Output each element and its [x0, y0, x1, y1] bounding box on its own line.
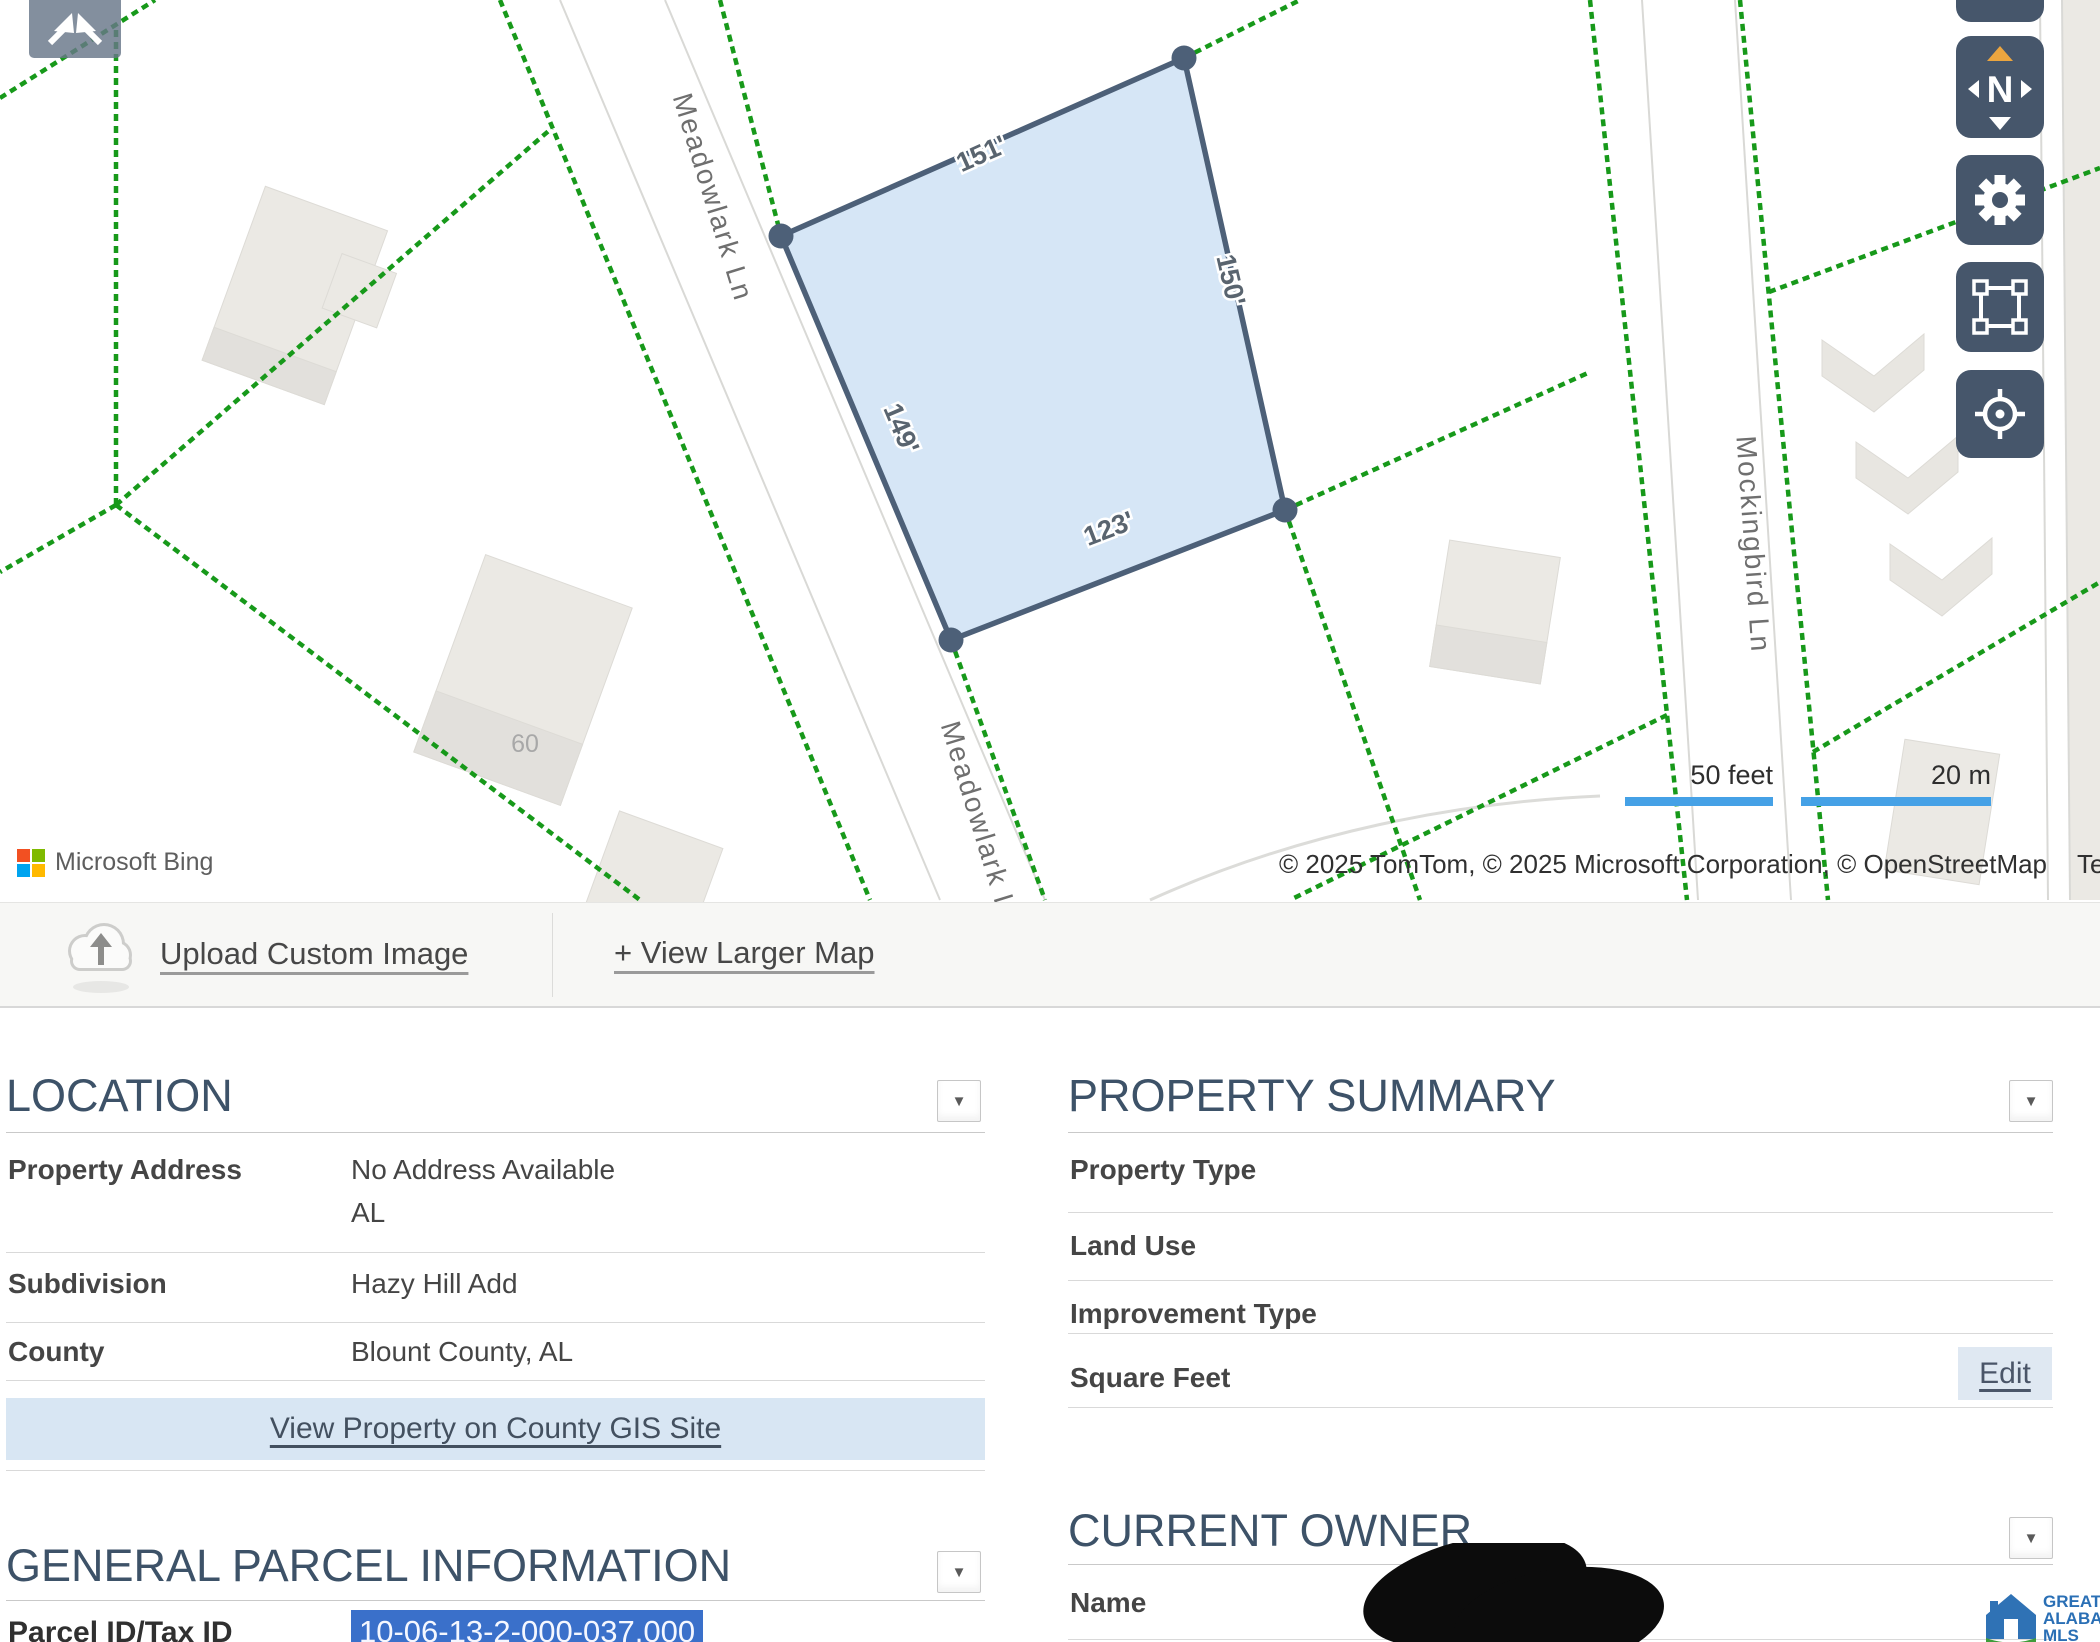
row-label: Land Use — [1070, 1230, 1196, 1262]
compass-control[interactable]: N — [1956, 36, 2044, 138]
microsoft-logo-icon — [17, 849, 45, 877]
collapse-arrows-icon — [29, 0, 121, 58]
section-underline — [6, 1600, 985, 1601]
general-parcel-section: GENERAL PARCEL INFORMATION ▼ Parcel ID/T… — [6, 1540, 985, 1642]
collapse-map-button[interactable] — [29, 0, 121, 58]
property-summary-section: PROPERTY SUMMARY ▼ Property Type Land Us… — [1068, 1070, 2053, 1420]
row-label: Subdivision — [8, 1268, 167, 1300]
row-divider — [1068, 1212, 2053, 1213]
row-divider — [6, 1322, 985, 1323]
parcel-id-value-highlighted[interactable]: 10-06-13-2-000-037.000 — [351, 1610, 703, 1642]
map-settings-button[interactable] — [1956, 155, 2044, 245]
row-label: County — [8, 1336, 104, 1368]
cloud-upload-icon[interactable] — [58, 913, 144, 1002]
footer-divider — [552, 913, 553, 997]
row-value: Blount County, AL — [351, 1336, 573, 1368]
current-owner-collapse-dropdown[interactable]: ▼ — [2009, 1517, 2053, 1559]
map-selection-button[interactable] — [1956, 262, 2044, 352]
row-label: Improvement Type — [1070, 1298, 1317, 1330]
row-divider — [6, 1470, 985, 1471]
row-divider — [1068, 1280, 2053, 1281]
map-locate-button[interactable] — [1956, 370, 2044, 458]
greater-alabama-mls-logo: GREATER ALABAMA MLS — [1984, 1593, 2100, 1642]
house-number-label: 60 — [511, 730, 539, 758]
view-larger-map-link[interactable]: + View Larger Map — [614, 935, 875, 971]
location-collapse-dropdown[interactable]: ▼ — [937, 1080, 981, 1122]
chevron-down-icon: ▼ — [952, 1564, 967, 1581]
chevron-down-icon: ▼ — [2024, 1530, 2039, 1547]
parcel-vertex[interactable] — [1172, 46, 1197, 71]
compass-south-arrow-icon[interactable] — [1989, 117, 2011, 130]
row-value-line2: AL — [351, 1197, 385, 1229]
map-canvas[interactable]: 151' 150' 149' 123' Meadowlark Ln Meadow… — [0, 0, 2100, 902]
general-parcel-collapse-dropdown[interactable]: ▼ — [937, 1551, 981, 1593]
section-underline — [1068, 1132, 2053, 1133]
scale-metric-label: 20 m — [1801, 760, 1991, 791]
parcel-id-label: Parcel ID/Tax ID — [8, 1616, 233, 1642]
terms-link[interactable]: Terms — [2077, 849, 2100, 879]
general-parcel-title: GENERAL PARCEL INFORMATION — [6, 1540, 731, 1592]
chevron-down-icon: ▼ — [952, 1093, 967, 1110]
row-divider — [1068, 1407, 2053, 1408]
section-underline — [6, 1132, 985, 1133]
gis-link-bar: View Property on County GIS Site — [6, 1398, 985, 1460]
row-value: No Address Available — [351, 1154, 615, 1186]
square-feet-edit-box: Edit — [1958, 1347, 2052, 1400]
bing-logo[interactable]: Microsoft Bing — [17, 848, 213, 877]
compass-east-arrow-icon[interactable] — [2021, 80, 2032, 98]
parcel-vertex[interactable] — [769, 224, 794, 249]
location-section: LOCATION ▼ Property Address No Address A… — [6, 1070, 985, 1480]
gear-icon — [1973, 173, 2027, 227]
current-owner-section: CURRENT OWNER ▼ Name GREATER ALABAMA — [1068, 1505, 2053, 1642]
property-summary-collapse-dropdown[interactable]: ▼ — [2009, 1080, 2053, 1122]
compass-west-arrow-icon[interactable] — [1968, 80, 1979, 98]
row-divider — [6, 1252, 985, 1253]
bing-logo-label: Microsoft Bing — [55, 848, 213, 877]
attribution-text: © 2025 TomTom, © 2025 Microsoft Corporat… — [1279, 849, 2047, 879]
mls-logo-text: GREATER ALABAMA MLS — [2043, 1593, 2100, 1642]
parcel-detail-page: 151' 150' 149' 123' Meadowlark Ln Meadow… — [0, 0, 2100, 1642]
map-control-partial-button[interactable] — [1956, 0, 2044, 22]
chevron-down-icon: ▼ — [2024, 1093, 2039, 1110]
scale-imperial-label: 50 feet — [1625, 760, 1773, 791]
redacted-owner-name — [1363, 1543, 1673, 1642]
mls-house-icon — [1984, 1593, 2038, 1642]
scale-imperial-bar — [1625, 797, 1773, 806]
row-label: Square Feet — [1070, 1362, 1230, 1394]
row-divider — [6, 1380, 985, 1381]
basemap: 151' 150' 149' 123' Meadowlark Ln Meadow… — [0, 0, 2100, 902]
row-label: Property Type — [1070, 1154, 1256, 1186]
selection-box-icon — [1972, 279, 2028, 335]
scale-metric-bar — [1801, 797, 1991, 806]
parcel-vertex[interactable] — [1273, 498, 1298, 523]
parcel-vertex[interactable] — [939, 628, 964, 653]
compass-north-arrow-icon[interactable] — [1987, 46, 2013, 61]
crosshair-icon — [1971, 385, 2029, 443]
upload-custom-image-button[interactable]: Upload Custom Image — [160, 936, 468, 972]
road-right-edge — [2040, 0, 2100, 900]
compass-n-label: N — [1987, 71, 2014, 108]
edit-link[interactable]: Edit — [1979, 1357, 2031, 1391]
row-value: Hazy Hill Add — [351, 1268, 518, 1300]
row-label: Property Address — [8, 1154, 242, 1186]
county-gis-link[interactable]: View Property on County GIS Site — [270, 1412, 721, 1446]
row-divider — [1068, 1333, 2053, 1334]
owner-name-label: Name — [1070, 1587, 1146, 1619]
map-attribution: © 2025 TomTom, © 2025 Microsoft Corporat… — [1279, 849, 2100, 880]
location-title: LOCATION — [6, 1070, 233, 1122]
property-summary-title: PROPERTY SUMMARY — [1068, 1070, 1556, 1122]
map-footer-bar: Upload Custom Image + View Larger Map — [0, 902, 2100, 1008]
